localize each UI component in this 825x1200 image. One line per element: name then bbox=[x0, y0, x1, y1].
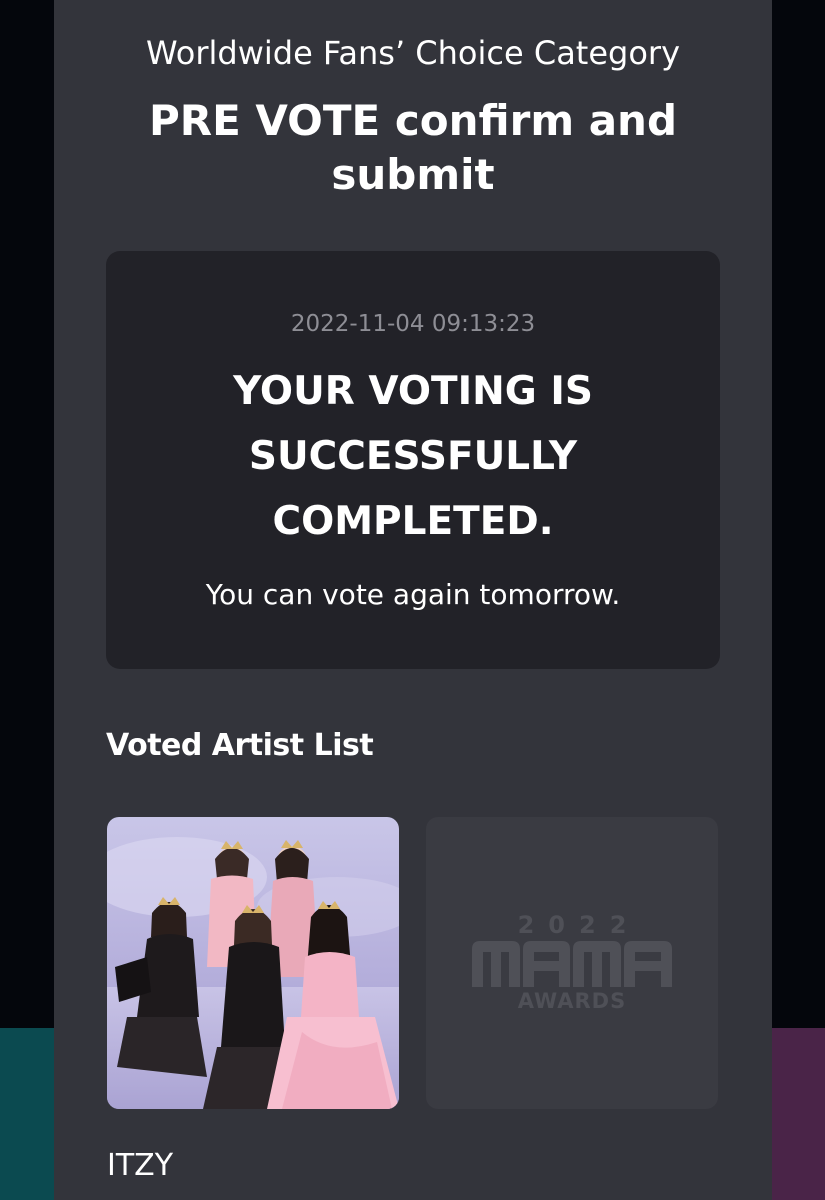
vote-confirmation-panel: Worldwide Fans’ Choice Category PRE VOTE… bbox=[54, 0, 772, 1200]
category-label: Worldwide Fans’ Choice Category bbox=[145, 34, 681, 72]
mama-logo-year: 2022 bbox=[517, 911, 641, 939]
screen: Worldwide Fans’ Choice Category PRE VOTE… bbox=[0, 0, 825, 1200]
empty-artist-slot: 2022 AWARDS bbox=[426, 817, 718, 1109]
artist-name: ITZY bbox=[107, 1148, 174, 1183]
page-title: PRE VOTE confirm and submit bbox=[148, 96, 678, 199]
success-message: YOUR VOTING IS SUCCESSFULLY COMPLETED. bbox=[233, 369, 593, 544]
mama-logo-mark bbox=[472, 941, 672, 987]
artist-card-itzy[interactable] bbox=[107, 817, 399, 1109]
mama-logo-awards: AWARDS bbox=[517, 989, 627, 1013]
artist-photo bbox=[107, 817, 399, 1109]
background-edge-right bbox=[772, 1028, 825, 1200]
vote-timestamp: 2022-11-04 09:13:23 bbox=[290, 311, 536, 337]
vote-again-note: You can vote again tomorrow. bbox=[205, 578, 621, 611]
vote-result-card: 2022-11-04 09:13:23 YOUR VOTING IS SUCCE… bbox=[106, 251, 720, 669]
background-edge-left bbox=[0, 1028, 54, 1200]
voted-artist-list-title: Voted Artist List bbox=[106, 728, 374, 763]
